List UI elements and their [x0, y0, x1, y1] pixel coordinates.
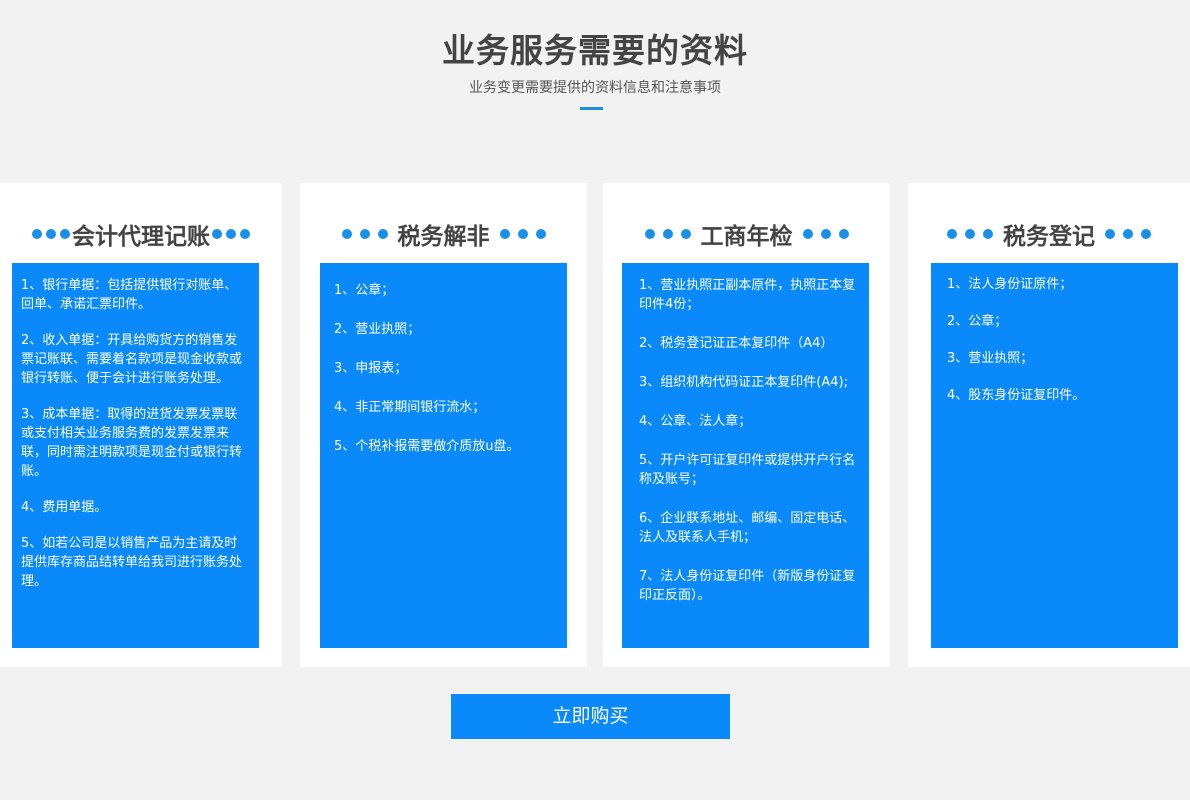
list-item: 3、申报表；	[334, 361, 408, 376]
list-item: 5、如若公司是以销售产品为主请及时提供库存商品结转单给我司进行账务处理。	[21, 536, 243, 589]
dot-icon	[1105, 229, 1115, 239]
dot-icon	[1123, 229, 1133, 239]
dot-icon	[662, 229, 673, 239]
dot-icon	[212, 229, 222, 239]
list-item: 1、公章；	[334, 283, 395, 298]
list-item: 3、成本单据：取得的进货发票发票联或支付相关业务服务费的发票发票来联，同时需注明…	[21, 407, 243, 479]
dot-icon	[802, 229, 813, 239]
list-item: 5、开户许可证复印件或提供开户行名称及账号；	[639, 453, 856, 487]
card-title: 工商年检	[603, 217, 890, 251]
list-item: 1、营业执照正副本原件，执照正本复印件4份；	[639, 278, 856, 312]
card-tax-registration: 税务登记 1、法人身份证原件； 2、公章； 3、营业执照； 4、股东身份证复印件…	[908, 183, 1190, 667]
list-item: 5、个税补报需要做介质放u盘。	[334, 439, 520, 454]
card-title-label: 税务解非	[397, 224, 490, 250]
dot-icon	[240, 229, 250, 239]
dot-icon	[1141, 229, 1151, 239]
dot-icon	[359, 229, 370, 239]
dots-decoration	[32, 229, 70, 239]
dot-icon	[499, 229, 510, 239]
card-tax-abnormal: 税务解非 1、公章； 2、营业执照； 3、申报表； 4、非正常期间银行流水； 5…	[300, 183, 587, 667]
dots-decoration	[1105, 229, 1151, 239]
list-item: 1、银行单据：包括提供银行对账单、回单、承诺汇票印件。	[21, 278, 238, 312]
requirements-panel: 1、公章； 2、营业执照； 3、申报表； 4、非正常期间银行流水； 5、个税补报…	[320, 263, 567, 648]
dots-decoration	[341, 229, 388, 239]
page-subtitle: 业务变更需要提供的资料信息和注意事项	[469, 80, 721, 96]
card-title: 税务解非	[300, 217, 587, 251]
buy-now-button[interactable]: 立即购买	[451, 694, 730, 739]
card-title-label: 工商年检	[700, 224, 793, 250]
dot-icon	[838, 229, 849, 239]
dots-decoration	[212, 229, 250, 239]
title-underline	[580, 107, 603, 110]
list-item: 3、营业执照；	[947, 351, 1034, 366]
requirements-panel: 1、法人身份证原件； 2、公章； 3、营业执照； 4、股东身份证复印件。	[931, 263, 1178, 648]
list-item: 2、收入单据：开具给购货方的销售发票记账联、需要着名款项是现金收款或银行转账、便…	[21, 333, 243, 386]
card-title-label: 税务登记	[1003, 224, 1095, 250]
list-item: 4、股东身份证复印件。	[947, 388, 1086, 403]
list-item: 4、公章、法人章；	[639, 414, 752, 429]
dot-icon	[341, 229, 352, 239]
dot-icon	[60, 229, 70, 239]
dots-decoration	[499, 229, 546, 239]
dots-decoration	[644, 229, 691, 239]
dot-icon	[644, 229, 655, 239]
dot-icon	[32, 229, 42, 239]
list-item: 4、费用单据。	[21, 500, 108, 515]
dot-icon	[535, 229, 546, 239]
card-title-label: 会计代理记账	[72, 224, 210, 250]
dot-icon	[680, 229, 691, 239]
list-item: 2、营业执照；	[334, 322, 421, 337]
requirements-panel: 1、营业执照正副本原件，执照正本复印件4份； 2、税务登记证正本复印件（A4） …	[622, 263, 869, 648]
list-item: 1、法人身份证原件；	[947, 277, 1073, 292]
list-item: 2、公章；	[947, 314, 1008, 329]
list-item: 2、税务登记证正本复印件（A4）	[639, 336, 834, 351]
dot-icon	[226, 229, 236, 239]
dot-icon	[377, 229, 388, 239]
card-accounting: 会计代理记账 1、银行单据：包括提供银行对账单、回单、承诺汇票印件。 2、收入单…	[0, 183, 282, 667]
list-item: 6、企业联系地址、邮编、固定电话、法人及联系人手机；	[639, 511, 856, 545]
requirements-panel: 1、银行单据：包括提供银行对账单、回单、承诺汇票印件。 2、收入单据：开具给购货…	[12, 263, 259, 648]
dot-icon	[46, 229, 56, 239]
card-annual-inspection: 工商年检 1、营业执照正副本原件，执照正本复印件4份； 2、税务登记证正本复印件…	[603, 183, 890, 667]
list-item: 7、法人身份证复印件（新版身份证复印正反面）。	[639, 569, 856, 603]
dot-icon	[820, 229, 831, 239]
list-item: 4、非正常期间银行流水；	[334, 400, 486, 415]
page-title: 业务服务需要的资料	[442, 31, 748, 70]
dot-icon	[947, 229, 957, 239]
list-item: 3、组织机构代码证正本复印件(A4);	[639, 375, 848, 390]
dot-icon	[517, 229, 528, 239]
dots-decoration	[947, 229, 993, 239]
dot-icon	[983, 229, 993, 239]
card-title: 税务登记	[908, 217, 1190, 251]
dots-decoration	[802, 229, 849, 239]
dot-icon	[965, 229, 975, 239]
card-title: 会计代理记账	[0, 217, 282, 251]
